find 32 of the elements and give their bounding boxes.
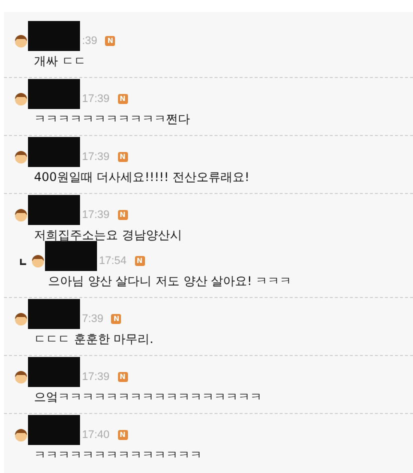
comment-text: 으엌ㅋㅋㅋㅋㅋㅋㅋㅋㅋㅋㅋㅋㅋㅋㅋㅋㅋ [33, 389, 263, 405]
comment-text: 저희집주소는요 경남양산시 [33, 227, 183, 243]
comment-time: 17:39 [82, 151, 110, 163]
avatar-icon [14, 92, 28, 106]
avatar-icon [14, 428, 28, 442]
comment-time: 17:40 [82, 429, 110, 441]
comment-time: 17:39 [82, 93, 110, 105]
redaction-mark [28, 357, 80, 387]
comment-time: 17:39 [82, 371, 110, 383]
comment-time: 17:54 [99, 255, 127, 267]
redaction-mark [28, 299, 80, 329]
comment-text: ㅋㅋㅋㅋㅋㅋㅋㅋㅋㅋㅋㅋㅋㅋ [33, 447, 203, 463]
redaction-mark [28, 195, 80, 225]
comment-text: 개싸 ㄷㄷ [33, 53, 87, 69]
redaction-mark [45, 241, 97, 271]
redaction-mark [28, 21, 80, 51]
redaction-mark [28, 137, 80, 167]
comment-text: ㅋㅋㅋㅋㅋㅋㅋㅋㅋㅋㅋ쩐다 [33, 111, 191, 127]
avatar-icon [31, 254, 45, 268]
comment-time: 17:39 [82, 209, 110, 221]
avatar-icon [14, 312, 28, 326]
redaction-mark [28, 415, 80, 445]
redaction-mark [28, 79, 80, 109]
comment-time: 7:39 [82, 313, 104, 325]
avatar-icon [14, 370, 28, 384]
comment-text: 400원일때 더사세요!!!!! 전산오류래요! [33, 169, 250, 185]
avatar-icon [14, 34, 28, 48]
comment-text: 으아님 양산 살다니 저도 양산 살아요! ㅋㅋㅋ [47, 273, 293, 289]
avatar-icon [14, 208, 28, 222]
comment-text: ㄷㄷㄷ 훈훈한 마무리. [33, 331, 154, 347]
avatar-icon [14, 150, 28, 164]
comment-time: :39 [82, 35, 98, 47]
